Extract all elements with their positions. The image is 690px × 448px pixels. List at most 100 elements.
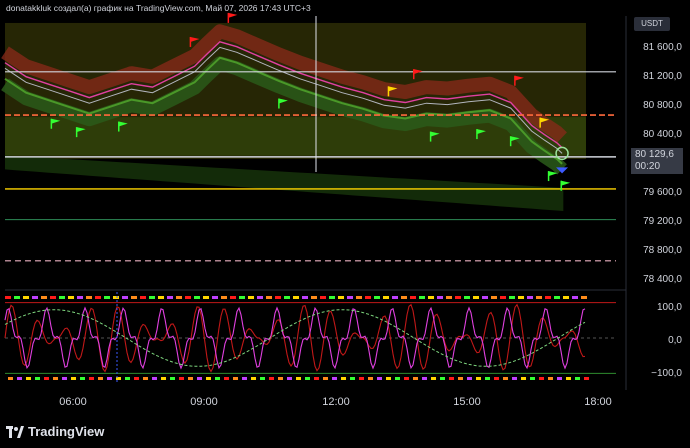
osc-bottom-marker: [170, 377, 175, 380]
osc-top-marker: [392, 296, 398, 299]
main-price-pane[interactable]: [1, 12, 627, 390]
osc-bottom-marker: [260, 377, 265, 380]
price-axis-label: 81 200,0: [643, 71, 682, 82]
osc-top-marker: [518, 296, 524, 299]
osc-top-marker: [149, 296, 155, 299]
osc-top-marker: [185, 296, 191, 299]
osc-bottom-marker: [449, 377, 454, 380]
osc-bottom-marker: [359, 377, 364, 380]
osc-top-marker: [437, 296, 443, 299]
osc-top-marker: [32, 296, 38, 299]
osc-top-marker: [329, 296, 335, 299]
osc-top-marker: [293, 296, 299, 299]
price-axis-label: 78 800,0: [643, 245, 682, 256]
osc-top-marker: [167, 296, 173, 299]
osc-bottom-marker: [278, 377, 283, 380]
osc-bottom-marker: [476, 377, 481, 380]
osc-top-marker: [248, 296, 254, 299]
last-price-badge: 80 129,6 00:20: [631, 148, 683, 174]
osc-bottom-marker: [368, 377, 373, 380]
price-axis-label: 79 200,0: [643, 216, 682, 227]
osc-top-marker: [401, 296, 407, 299]
osc-bottom-marker: [188, 377, 193, 380]
osc-top-marker: [311, 296, 317, 299]
osc-bottom-marker: [557, 377, 562, 380]
tradingview-chart-window: donatakkluk создал(а) график на TradingV…: [0, 0, 690, 448]
osc-top-marker: [491, 296, 497, 299]
osc-top-marker: [365, 296, 371, 299]
oscillator-pane[interactable]: [4, 289, 626, 384]
tradingview-brand[interactable]: TradingView: [6, 424, 104, 439]
time-axis-label: 06:00: [59, 396, 87, 408]
osc-top-marker: [50, 296, 56, 299]
osc-bottom-marker: [215, 377, 220, 380]
osc-bottom-marker: [350, 377, 355, 380]
osc-top-marker: [500, 296, 506, 299]
osc-bottom-marker: [44, 377, 49, 380]
osc-bottom-marker: [377, 377, 382, 380]
quote-currency-tag[interactable]: USDT: [634, 17, 670, 31]
osc-top-marker: [203, 296, 209, 299]
osc-bottom-marker: [152, 377, 157, 380]
osc-bottom-marker: [251, 377, 256, 380]
osc-bottom-marker: [62, 377, 67, 380]
osc-bottom-marker: [98, 377, 103, 380]
osc-bottom-marker: [71, 377, 76, 380]
osc-top-marker: [554, 296, 560, 299]
osc-bottom-marker: [323, 377, 328, 380]
price-axis-label: 80 400,0: [643, 129, 682, 140]
time-axis-label: 12:00: [322, 396, 350, 408]
osc-bottom-marker: [530, 377, 535, 380]
price-axis-label: 81 600,0: [643, 42, 682, 53]
osc-top-marker: [527, 296, 533, 299]
osc-top-marker: [86, 296, 92, 299]
osc-bottom-marker: [440, 377, 445, 380]
osc-top-marker: [563, 296, 569, 299]
osc-bottom-marker: [314, 377, 319, 380]
osc-top-marker: [302, 296, 308, 299]
time-axis-label: 15:00: [453, 396, 481, 408]
osc-bottom-marker: [287, 377, 292, 380]
osc-bottom-marker: [296, 377, 301, 380]
osc-top-marker: [230, 296, 236, 299]
osc-top-marker: [77, 296, 83, 299]
osc-top-marker: [347, 296, 353, 299]
osc-top-marker: [68, 296, 74, 299]
osc-bottom-marker: [404, 377, 409, 380]
osc-bottom-marker: [17, 377, 22, 380]
osc-bottom-marker: [206, 377, 211, 380]
last-price-value: 80 129,6: [635, 149, 674, 160]
osc-bottom-marker: [395, 377, 400, 380]
osc-axis-label: 0,0: [668, 335, 682, 346]
osc-top-marker: [428, 296, 434, 299]
osc-top-marker: [410, 296, 416, 299]
osc-top-marker: [95, 296, 101, 299]
osc-top-marker: [113, 296, 119, 299]
osc-top-marker: [284, 296, 290, 299]
osc-top-marker: [545, 296, 551, 299]
osc-bottom-marker: [575, 377, 580, 380]
osc-bottom-marker: [467, 377, 472, 380]
osc-bottom-marker: [26, 377, 31, 380]
osc-top-marker: [419, 296, 425, 299]
osc-top-marker: [176, 296, 182, 299]
osc-top-marker: [536, 296, 542, 299]
osc-bottom-marker: [35, 377, 40, 380]
osc-bottom-marker: [53, 377, 58, 380]
osc-top-marker: [275, 296, 281, 299]
chart-canvas[interactable]: [0, 0, 690, 448]
osc-top-marker: [158, 296, 164, 299]
osc-bottom-marker: [107, 377, 112, 380]
osc-bottom-marker: [197, 377, 202, 380]
osc-top-marker: [374, 296, 380, 299]
osc-bottom-marker: [386, 377, 391, 380]
osc-bottom-marker: [332, 377, 337, 380]
price-axis-label: 79 600,0: [643, 187, 682, 198]
osc-bottom-marker: [134, 377, 139, 380]
osc-top-marker: [446, 296, 452, 299]
osc-top-marker: [455, 296, 461, 299]
brand-name: TradingView: [28, 424, 105, 439]
osc-bottom-marker: [521, 377, 526, 380]
osc-top-marker: [572, 296, 578, 299]
sell-signal-flag-icon: [227, 12, 238, 23]
